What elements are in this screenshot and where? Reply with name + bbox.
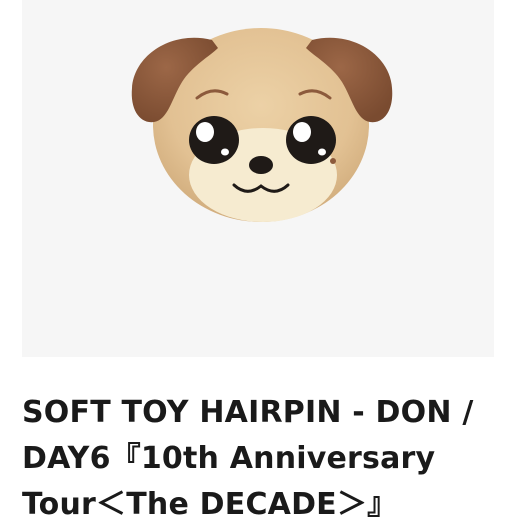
- nose: [249, 156, 273, 174]
- cheek-spot: [330, 158, 336, 164]
- plush-dog-face-illustration: [131, 28, 393, 222]
- right-eye: [286, 116, 336, 164]
- product-title: SOFT TOY HAIRPIN - DON / DAY6『10th Anniv…: [22, 395, 474, 519]
- product-page: SOFT TOY HAIRPIN - DON / DAY6『10th Anniv…: [0, 0, 519, 519]
- product-image[interactable]: [22, 0, 494, 357]
- left-eye: [189, 116, 239, 164]
